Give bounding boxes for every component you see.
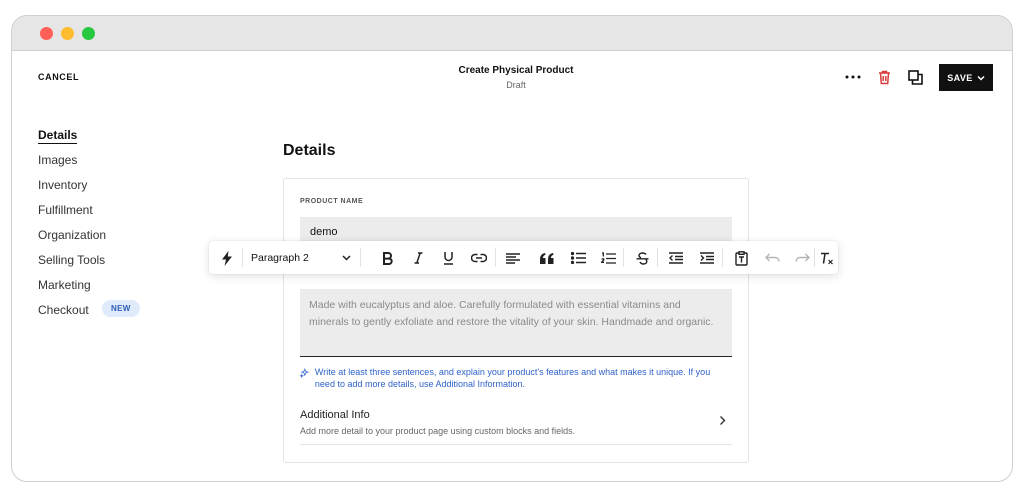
link-icon	[471, 253, 487, 263]
additional-info-title: Additional Info	[300, 409, 370, 421]
more-icon	[845, 75, 861, 79]
sidebar-item-label: Checkout	[38, 303, 89, 317]
outdent-button[interactable]	[666, 248, 686, 268]
toolbar-divider	[360, 248, 361, 267]
bullet-list-icon	[570, 252, 586, 264]
sidebar-item-details[interactable]: Details	[38, 128, 78, 144]
trash-icon	[878, 70, 890, 84]
clear-formatting-button[interactable]	[818, 248, 836, 268]
bold-button[interactable]	[377, 248, 397, 268]
section-title: Details	[283, 142, 336, 159]
details-card: PRODUCT NAME demo DESCRIPTION Made with …	[283, 178, 749, 463]
italic-button[interactable]	[408, 248, 428, 268]
lightning-icon	[222, 250, 232, 266]
toolbar-divider	[814, 248, 815, 267]
more-options-button[interactable]	[844, 68, 862, 86]
duplicate-button[interactable]	[906, 68, 924, 86]
paste-text-icon	[734, 250, 748, 266]
writing-hint: Write at least three sentences, and expl…	[300, 366, 732, 390]
save-button[interactable]: SAVE	[939, 64, 993, 91]
sidebar-item-checkout[interactable]: Checkout NEW	[38, 300, 140, 317]
indent-icon	[700, 252, 714, 264]
blockquote-button[interactable]	[537, 248, 557, 268]
chevron-down-icon	[342, 255, 351, 261]
paragraph-style-select[interactable]: Paragraph 2	[251, 249, 351, 267]
sidebar-item-marketing[interactable]: Marketing	[38, 278, 91, 292]
clear-format-icon	[821, 252, 833, 264]
strikethrough-button[interactable]	[632, 248, 652, 268]
product-name-label: PRODUCT NAME	[300, 198, 364, 205]
sidebar-item-images[interactable]: Images	[38, 153, 77, 167]
app-window: CANCEL Create Physical Product Draft SAV…	[11, 15, 1013, 482]
description-editor[interactable]: Made with eucalyptus and aloe. Carefully…	[300, 289, 732, 357]
chevron-down-icon	[977, 75, 985, 81]
sidebar-item-inventory[interactable]: Inventory	[38, 178, 87, 192]
duplicate-icon	[907, 69, 923, 85]
sparkle-icon	[300, 367, 309, 379]
save-label: SAVE	[947, 72, 973, 83]
toolbar-divider	[722, 248, 723, 267]
toolbar-divider	[623, 248, 624, 267]
new-badge: NEW	[102, 300, 140, 317]
ai-assist-button[interactable]	[217, 248, 237, 268]
numbered-list-button[interactable]	[598, 248, 618, 268]
link-button[interactable]	[469, 248, 489, 268]
cancel-button[interactable]: CANCEL	[38, 72, 79, 82]
indent-button[interactable]	[697, 248, 717, 268]
toolbar-divider	[242, 248, 243, 267]
sidebar-item-organization[interactable]: Organization	[38, 228, 106, 242]
zoom-window-button[interactable]	[82, 27, 95, 40]
undo-icon	[764, 253, 780, 262]
toolbar-divider	[495, 248, 496, 267]
bulleted-list-button[interactable]	[568, 248, 588, 268]
quote-icon	[540, 252, 554, 264]
redo-button[interactable]	[792, 248, 812, 268]
sidebar-item-fulfillment[interactable]: Fulfillment	[38, 203, 93, 217]
additional-info-subtitle: Add more detail to your product page usi…	[300, 426, 576, 436]
hint-text: Write at least three sentences, and expl…	[314, 367, 711, 389]
sidebar-item-selling-tools[interactable]: Selling Tools	[38, 253, 105, 267]
text-format-toolbar: Paragraph 2	[209, 241, 838, 274]
toolbar-divider	[657, 248, 658, 267]
chevron-right-icon	[720, 416, 726, 425]
delete-button[interactable]	[875, 68, 893, 86]
minimize-window-button[interactable]	[61, 27, 74, 40]
outdent-icon	[669, 252, 683, 264]
align-left-icon	[506, 252, 520, 264]
page-title: Create Physical Product	[458, 65, 574, 76]
paragraph-style-value: Paragraph 2	[251, 252, 309, 264]
redo-icon	[794, 253, 810, 262]
bold-icon	[382, 251, 393, 265]
underline-icon	[443, 252, 453, 265]
additional-info-row[interactable]: Additional Info Add more detail to your …	[300, 407, 732, 445]
underline-button[interactable]	[438, 248, 458, 268]
numbered-list-icon	[600, 251, 616, 264]
undo-button[interactable]	[762, 248, 782, 268]
title-bar	[12, 16, 1012, 51]
align-button[interactable]	[503, 248, 523, 268]
status-label: Draft	[506, 80, 526, 90]
close-window-button[interactable]	[40, 27, 53, 40]
italic-icon	[414, 252, 422, 264]
strikethrough-icon	[636, 251, 648, 265]
paste-plain-text-button[interactable]	[731, 248, 751, 268]
